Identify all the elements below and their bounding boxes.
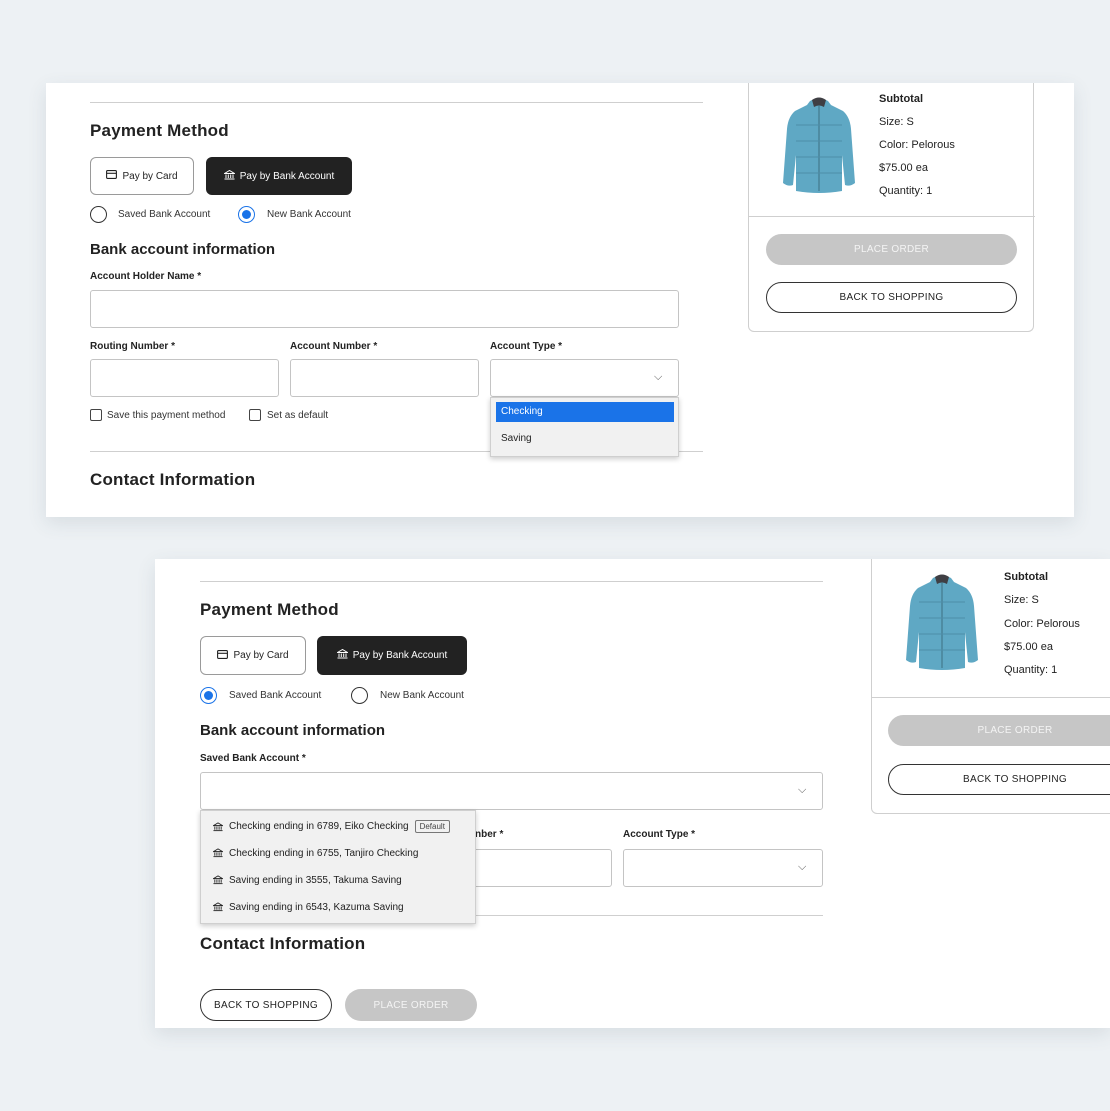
divider xyxy=(872,697,1110,698)
bank-icon xyxy=(213,875,223,885)
account-type-option-saving[interactable]: Saving xyxy=(496,429,674,449)
saved-bank-radio-label: Saved Bank Account xyxy=(118,209,211,220)
bank-icon xyxy=(213,902,223,912)
color-text: Color: Pelorous xyxy=(879,139,955,151)
save-method-label: Save this payment method xyxy=(107,410,226,421)
pay-by-card-button[interactable]: Pay by Card xyxy=(200,636,306,675)
account-type-option-checking[interactable]: Checking xyxy=(496,402,674,422)
account-holder-label: Account Holder Name * xyxy=(90,271,202,282)
save-method-checkbox[interactable] xyxy=(90,409,102,421)
saved-account-option[interactable]: Checking ending in 6755, Tanjiro Checkin… xyxy=(213,848,418,859)
account-type-label: Account Type * xyxy=(490,341,563,352)
account-number-label: Account Number * xyxy=(290,341,378,352)
new-bank-radio-label: New Bank Account xyxy=(267,209,351,220)
price-text: $75.00 ea xyxy=(1004,641,1053,653)
saved-bank-label: Saved Bank Account * xyxy=(200,753,306,764)
product-image xyxy=(779,95,859,200)
divider xyxy=(749,216,1035,217)
pay-by-bank-button[interactable]: Pay by Bank Account xyxy=(317,636,467,675)
set-default-checkbox[interactable] xyxy=(249,409,261,421)
account-number-label: nber * xyxy=(475,829,504,840)
bank-info-title: Bank account information xyxy=(200,722,386,739)
saved-bank-radio[interactable] xyxy=(200,687,217,704)
product-image xyxy=(902,571,982,678)
back-to-shopping-button[interactable]: BACK TO SHOPPING xyxy=(200,989,332,1021)
saved-account-label: Checking ending in 6755, Tanjiro Checkin… xyxy=(229,848,419,859)
payment-method-title: Payment Method xyxy=(90,121,229,140)
pay-by-card-label: Pay by Card xyxy=(122,170,178,182)
bank-icon xyxy=(222,169,237,183)
bank-info-title: Bank account information xyxy=(90,241,276,258)
divider xyxy=(90,102,703,103)
saved-bank-radio-label: Saved Bank Account xyxy=(229,690,322,701)
contact-info-title: Contact Information xyxy=(90,470,256,489)
place-order-button[interactable]: PLACE ORDER xyxy=(345,989,477,1021)
set-default-label: Set as default xyxy=(267,410,329,421)
default-badge: Default xyxy=(414,820,450,833)
account-holder-input[interactable] xyxy=(90,290,679,328)
checkout-panel-new-bank: Payment Method Pay by Card Pay by Bank A… xyxy=(46,83,1074,517)
saved-account-label: Saving ending in 6543, Kazuma Saving xyxy=(229,902,404,913)
account-type-select[interactable]: ⌵ xyxy=(490,359,679,397)
payment-method-title: Payment Method xyxy=(200,600,339,619)
new-bank-radio[interactable] xyxy=(238,206,255,223)
chevron-down-icon: ⌵ xyxy=(798,784,807,796)
subtotal-label: Subtotal xyxy=(1004,571,1048,583)
contact-info-title: Contact Information xyxy=(200,934,366,953)
account-type-label: Account Type * xyxy=(623,829,696,840)
place-order-button[interactable]: PLACE ORDER xyxy=(766,234,1017,265)
pay-by-card-button[interactable]: Pay by Card xyxy=(90,157,194,195)
routing-number-label: Routing Number * xyxy=(90,341,175,352)
pay-by-bank-label: Pay by Bank Account xyxy=(239,170,335,182)
subtotal-label: Subtotal xyxy=(879,93,923,105)
account-type-select[interactable]: ⌵ xyxy=(623,849,823,887)
new-bank-radio[interactable] xyxy=(351,687,368,704)
card-icon xyxy=(106,170,118,182)
bank-icon xyxy=(213,848,223,858)
chevron-down-icon: ⌵ xyxy=(654,371,663,383)
divider xyxy=(200,581,823,582)
account-number-input[interactable] xyxy=(290,359,479,397)
back-to-shopping-button[interactable]: BACK TO SHOPPING xyxy=(766,282,1017,313)
quantity-text: Quantity: 1 xyxy=(879,185,933,197)
back-to-shopping-button[interactable]: BACK TO SHOPPING xyxy=(888,764,1110,795)
chevron-down-icon: ⌵ xyxy=(798,861,807,873)
saved-bank-select[interactable]: ⌵ xyxy=(200,772,823,810)
quantity-text: Quantity: 1 xyxy=(1004,664,1058,676)
saved-account-label: Checking ending in 6789, Eiko Checking xyxy=(229,821,409,833)
saved-account-option[interactable]: Saving ending in 6543, Kazuma Saving xyxy=(213,902,404,913)
bank-icon xyxy=(335,648,350,662)
card-icon xyxy=(217,649,229,662)
checkout-panel-saved-bank: Payment Method Pay by Card Pay by Bank A… xyxy=(155,559,1110,1028)
pay-by-bank-button[interactable]: Pay by Bank Account xyxy=(206,157,352,195)
pay-by-bank-label: Pay by Bank Account xyxy=(352,650,448,661)
order-summary: Subtotal Size: S Color: Pelorous $75.00 … xyxy=(871,559,1110,814)
saved-account-option[interactable]: Saving ending in 3555, Takuma Saving xyxy=(213,875,402,886)
saved-account-label: Saving ending in 3555, Takuma Saving xyxy=(229,875,402,886)
size-text: Size: S xyxy=(879,116,914,128)
order-summary: Subtotal Size: S Color: Pelorous $75.00 … xyxy=(748,83,1035,332)
color-text: Color: Pelorous xyxy=(1004,618,1080,630)
new-bank-radio-label: New Bank Account xyxy=(380,690,464,701)
account-type-dropdown: Checking Saving xyxy=(490,397,679,457)
saved-account-option[interactable]: Checking ending in 6789, Eiko Checking De… xyxy=(213,820,450,833)
pay-by-card-label: Pay by Card xyxy=(233,650,289,661)
place-order-button[interactable]: PLACE ORDER xyxy=(888,715,1110,746)
saved-bank-dropdown: Checking ending in 6789, Eiko Checking De… xyxy=(200,810,476,924)
bank-icon xyxy=(213,821,223,831)
size-text: Size: S xyxy=(1004,594,1039,606)
price-text: $75.00 ea xyxy=(879,162,928,174)
routing-number-input[interactable] xyxy=(90,359,279,397)
saved-bank-radio[interactable] xyxy=(90,206,107,223)
